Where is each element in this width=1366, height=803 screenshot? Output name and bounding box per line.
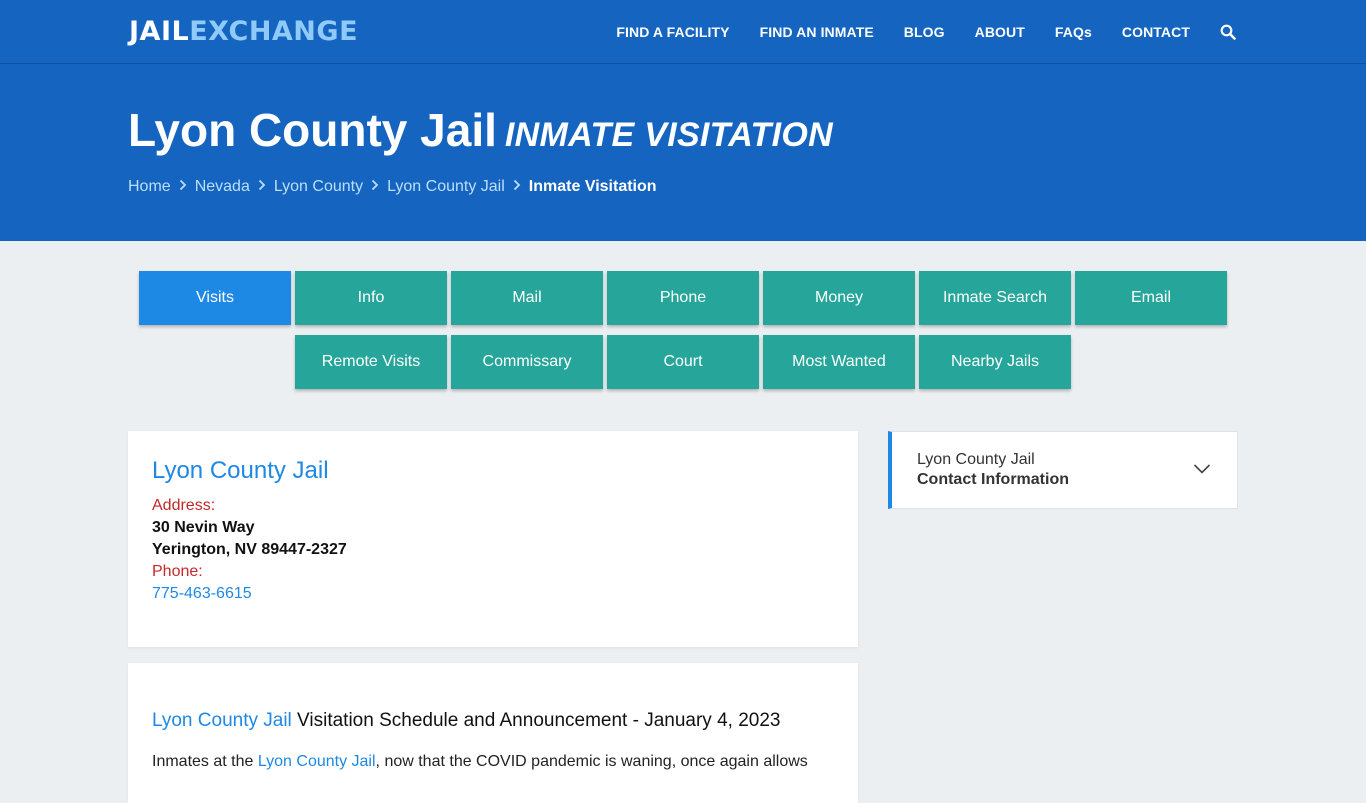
contact-info-accordion[interactable]: Lyon County Jail Contact Information bbox=[888, 431, 1238, 509]
chevron-right-icon bbox=[250, 178, 274, 196]
chevron-right-icon bbox=[363, 178, 387, 196]
accordion-section-label: Contact Information bbox=[917, 471, 1069, 488]
tab-inmate-search[interactable]: Inmate Search bbox=[919, 271, 1071, 325]
chevron-right-icon bbox=[171, 178, 195, 196]
breadcrumb: Home Nevada Lyon County Lyon County Jail… bbox=[128, 178, 657, 196]
visitation-heading: Lyon County Jail Visitation Schedule and… bbox=[152, 709, 834, 733]
tab-email[interactable]: Email bbox=[1075, 271, 1227, 325]
breadcrumb-state[interactable]: Nevada bbox=[195, 178, 250, 196]
visitation-para-rest: , now that the COVID pandemic is waning,… bbox=[375, 753, 808, 770]
tab-row-1: Visits Info Mail Phone Money Inmate Sear… bbox=[0, 271, 1366, 325]
phone-link[interactable]: 775-463-6615 bbox=[152, 585, 252, 602]
search-icon[interactable] bbox=[1220, 24, 1236, 40]
tab-commissary[interactable]: Commissary bbox=[451, 335, 603, 389]
hero-banner: Lyon County Jail INMATE VISITATION Home N… bbox=[0, 64, 1366, 241]
tab-remote-visits[interactable]: Remote Visits bbox=[295, 335, 447, 389]
nav-find-inmate[interactable]: FIND AN INMATE bbox=[760, 24, 874, 40]
chevron-right-icon bbox=[505, 178, 529, 196]
breadcrumb-current: Inmate Visitation bbox=[528, 178, 657, 195]
tab-most-wanted[interactable]: Most Wanted bbox=[763, 335, 915, 389]
visitation-para-link[interactable]: Lyon County Jail bbox=[258, 753, 376, 770]
tab-info[interactable]: Info bbox=[295, 271, 447, 325]
nav-faqs[interactable]: FAQs bbox=[1055, 24, 1092, 40]
tab-nearby-jails[interactable]: Nearby Jails bbox=[919, 335, 1071, 389]
logo-jail-text: JAIL bbox=[129, 16, 190, 47]
breadcrumb-county[interactable]: Lyon County bbox=[274, 178, 363, 196]
visitation-paragraph: Inmates at the Lyon County Jail, now tha… bbox=[152, 751, 834, 773]
logo-exchange-text: EXCHANGE bbox=[189, 16, 359, 47]
breadcrumb-facility[interactable]: Lyon County Jail bbox=[387, 178, 505, 196]
tab-row-2: Remote Visits Commissary Court Most Want… bbox=[0, 335, 1366, 389]
page-title-subtitle: INMATE VISITATION bbox=[504, 116, 833, 154]
tab-court[interactable]: Court bbox=[607, 335, 759, 389]
nav-about[interactable]: ABOUT bbox=[975, 24, 1025, 40]
phone-label: Phone: bbox=[152, 563, 203, 580]
chevron-down-icon[interactable] bbox=[1193, 462, 1211, 474]
visitation-para-start: Inmates at the bbox=[152, 753, 258, 770]
visitation-heading-link[interactable]: Lyon County Jail bbox=[152, 710, 292, 731]
breadcrumb-home[interactable]: Home bbox=[128, 178, 171, 196]
address-line-1: 30 Nevin Way bbox=[152, 519, 255, 536]
address-line-2: Yerington, NV 89447-2327 bbox=[152, 541, 347, 558]
visitation-card: Lyon County Jail Visitation Schedule and… bbox=[128, 663, 858, 803]
nav-find-facility[interactable]: FIND A FACILITY bbox=[616, 24, 729, 40]
site-logo[interactable]: JAILEXCHANGE bbox=[129, 16, 358, 48]
top-navbar: JAILEXCHANGE FIND A FACILITY FIND AN INM… bbox=[0, 0, 1366, 64]
tab-visits[interactable]: Visits bbox=[139, 271, 291, 325]
tab-mail[interactable]: Mail bbox=[451, 271, 603, 325]
tab-money[interactable]: Money bbox=[763, 271, 915, 325]
visitation-heading-text: Visitation Schedule and Announcement - J… bbox=[291, 710, 781, 731]
page-title-main: Lyon County Jail bbox=[128, 104, 497, 156]
facility-contact-card: Lyon County Jail Address: 30 Nevin Way Y… bbox=[128, 431, 858, 647]
facility-name-heading: Lyon County Jail bbox=[152, 457, 329, 484]
section-tabs: Visits Info Mail Phone Money Inmate Sear… bbox=[0, 271, 1366, 399]
accordion-facility-name: Lyon County Jail bbox=[917, 451, 1035, 468]
nav-blog[interactable]: BLOG bbox=[904, 24, 945, 40]
main-nav: FIND A FACILITY FIND AN INMATE BLOG ABOU… bbox=[586, 0, 1236, 64]
page-title: Lyon County Jail INMATE VISITATION bbox=[128, 104, 833, 161]
tab-phone[interactable]: Phone bbox=[607, 271, 759, 325]
nav-contact[interactable]: CONTACT bbox=[1122, 24, 1190, 40]
address-label: Address: bbox=[152, 497, 216, 514]
